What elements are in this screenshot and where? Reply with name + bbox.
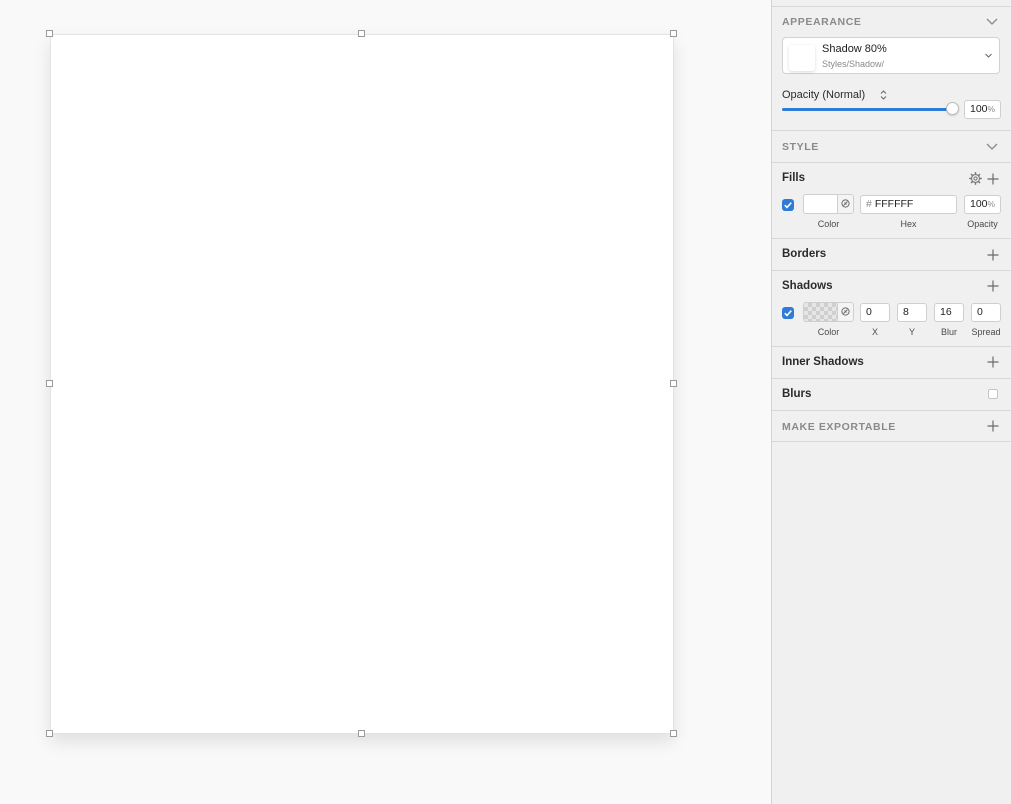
- fill-opacity-input[interactable]: 100%: [964, 195, 1001, 214]
- resize-handle-top-right[interactable]: [670, 30, 677, 37]
- add-inner-shadow-plus-icon[interactable]: [987, 356, 999, 368]
- fills-title: Fills: [782, 172, 806, 184]
- fill-color-well[interactable]: [803, 194, 854, 214]
- appearance-section-title[interactable]: APPEARANCE: [782, 16, 862, 28]
- chevron-down-icon[interactable]: [985, 139, 999, 153]
- link-icon[interactable]: [837, 303, 853, 321]
- add-export-plus-icon[interactable]: [987, 420, 999, 432]
- opacity-slider-knob[interactable]: [946, 102, 959, 115]
- divider: [772, 270, 1011, 271]
- borders-title: Borders: [782, 248, 827, 260]
- style-section-title[interactable]: STYLE: [782, 141, 819, 153]
- inner-shadows-title: Inner Shadows: [782, 356, 864, 368]
- shadow-spread-input[interactable]: 0: [971, 303, 1001, 322]
- shadow-color-label: Color: [817, 327, 840, 337]
- divider: [772, 6, 1011, 7]
- resize-handle-bottom-left[interactable]: [46, 730, 53, 737]
- divider: [772, 346, 1011, 347]
- gear-icon[interactable]: [969, 172, 982, 185]
- chevron-down-icon[interactable]: [985, 14, 999, 28]
- opacity-slider-fill: [782, 108, 952, 111]
- resize-handle-top-left[interactable]: [46, 30, 53, 37]
- make-exportable-title[interactable]: MAKE EXPORTABLE: [782, 421, 896, 433]
- resize-handle-bottom-center[interactable]: [358, 730, 365, 737]
- blur-enable-checkbox[interactable]: [988, 389, 998, 399]
- resize-handle-top-center[interactable]: [358, 30, 365, 37]
- add-fill-plus-icon[interactable]: [987, 173, 999, 185]
- divider: [772, 378, 1011, 379]
- fill-opacity-label: Opacity: [967, 219, 998, 229]
- add-border-plus-icon[interactable]: [987, 249, 999, 261]
- blurs-title: Blurs: [782, 388, 812, 400]
- shadow-blur-label: Blur: [940, 327, 957, 337]
- style-name: Shadow 80%: [822, 43, 887, 55]
- blend-mode-label[interactable]: Opacity (Normal): [782, 89, 865, 101]
- artboard[interactable]: [50, 34, 674, 734]
- shadow-x-label: X: [871, 327, 878, 337]
- divider: [772, 162, 1011, 163]
- chevron-down-icon: [985, 53, 992, 58]
- inspector-panel: APPEARANCE Shadow 80% Styles/Shadow/ Opa…: [771, 0, 1011, 804]
- shadow-color-well[interactable]: [803, 302, 854, 322]
- canvas[interactable]: [0, 0, 771, 804]
- shared-style-dropdown[interactable]: Shadow 80% Styles/Shadow/: [782, 37, 1000, 74]
- opacity-input[interactable]: 100%: [964, 100, 1001, 119]
- add-shadow-plus-icon[interactable]: [987, 280, 999, 292]
- shadow-enabled-checkbox[interactable]: [782, 307, 794, 319]
- shadow-y-label: Y: [908, 327, 915, 337]
- fill-hex-label: Hex: [900, 219, 917, 229]
- resize-handle-bottom-right[interactable]: [670, 730, 677, 737]
- fill-hex-input[interactable]: # FFFFFF: [860, 195, 957, 214]
- shadow-blur-input[interactable]: 16: [934, 303, 964, 322]
- fill-color-label: Color: [817, 219, 840, 229]
- link-icon[interactable]: [837, 195, 853, 213]
- shadow-y-input[interactable]: 8: [897, 303, 927, 322]
- divider: [772, 410, 1011, 411]
- opacity-slider-track[interactable]: [782, 108, 952, 111]
- style-preview-swatch: [789, 45, 815, 71]
- style-path: Styles/Shadow/: [822, 59, 885, 69]
- shadow-spread-label: Spread: [971, 327, 1001, 337]
- up-down-arrows-icon[interactable]: [879, 89, 888, 101]
- divider: [772, 238, 1011, 239]
- fill-enabled-checkbox[interactable]: [782, 199, 794, 211]
- divider: [772, 441, 1011, 442]
- resize-handle-middle-right[interactable]: [670, 380, 677, 387]
- shadow-x-input[interactable]: 0: [860, 303, 890, 322]
- resize-handle-middle-left[interactable]: [46, 380, 53, 387]
- divider: [772, 130, 1011, 131]
- shadows-title: Shadows: [782, 280, 833, 292]
